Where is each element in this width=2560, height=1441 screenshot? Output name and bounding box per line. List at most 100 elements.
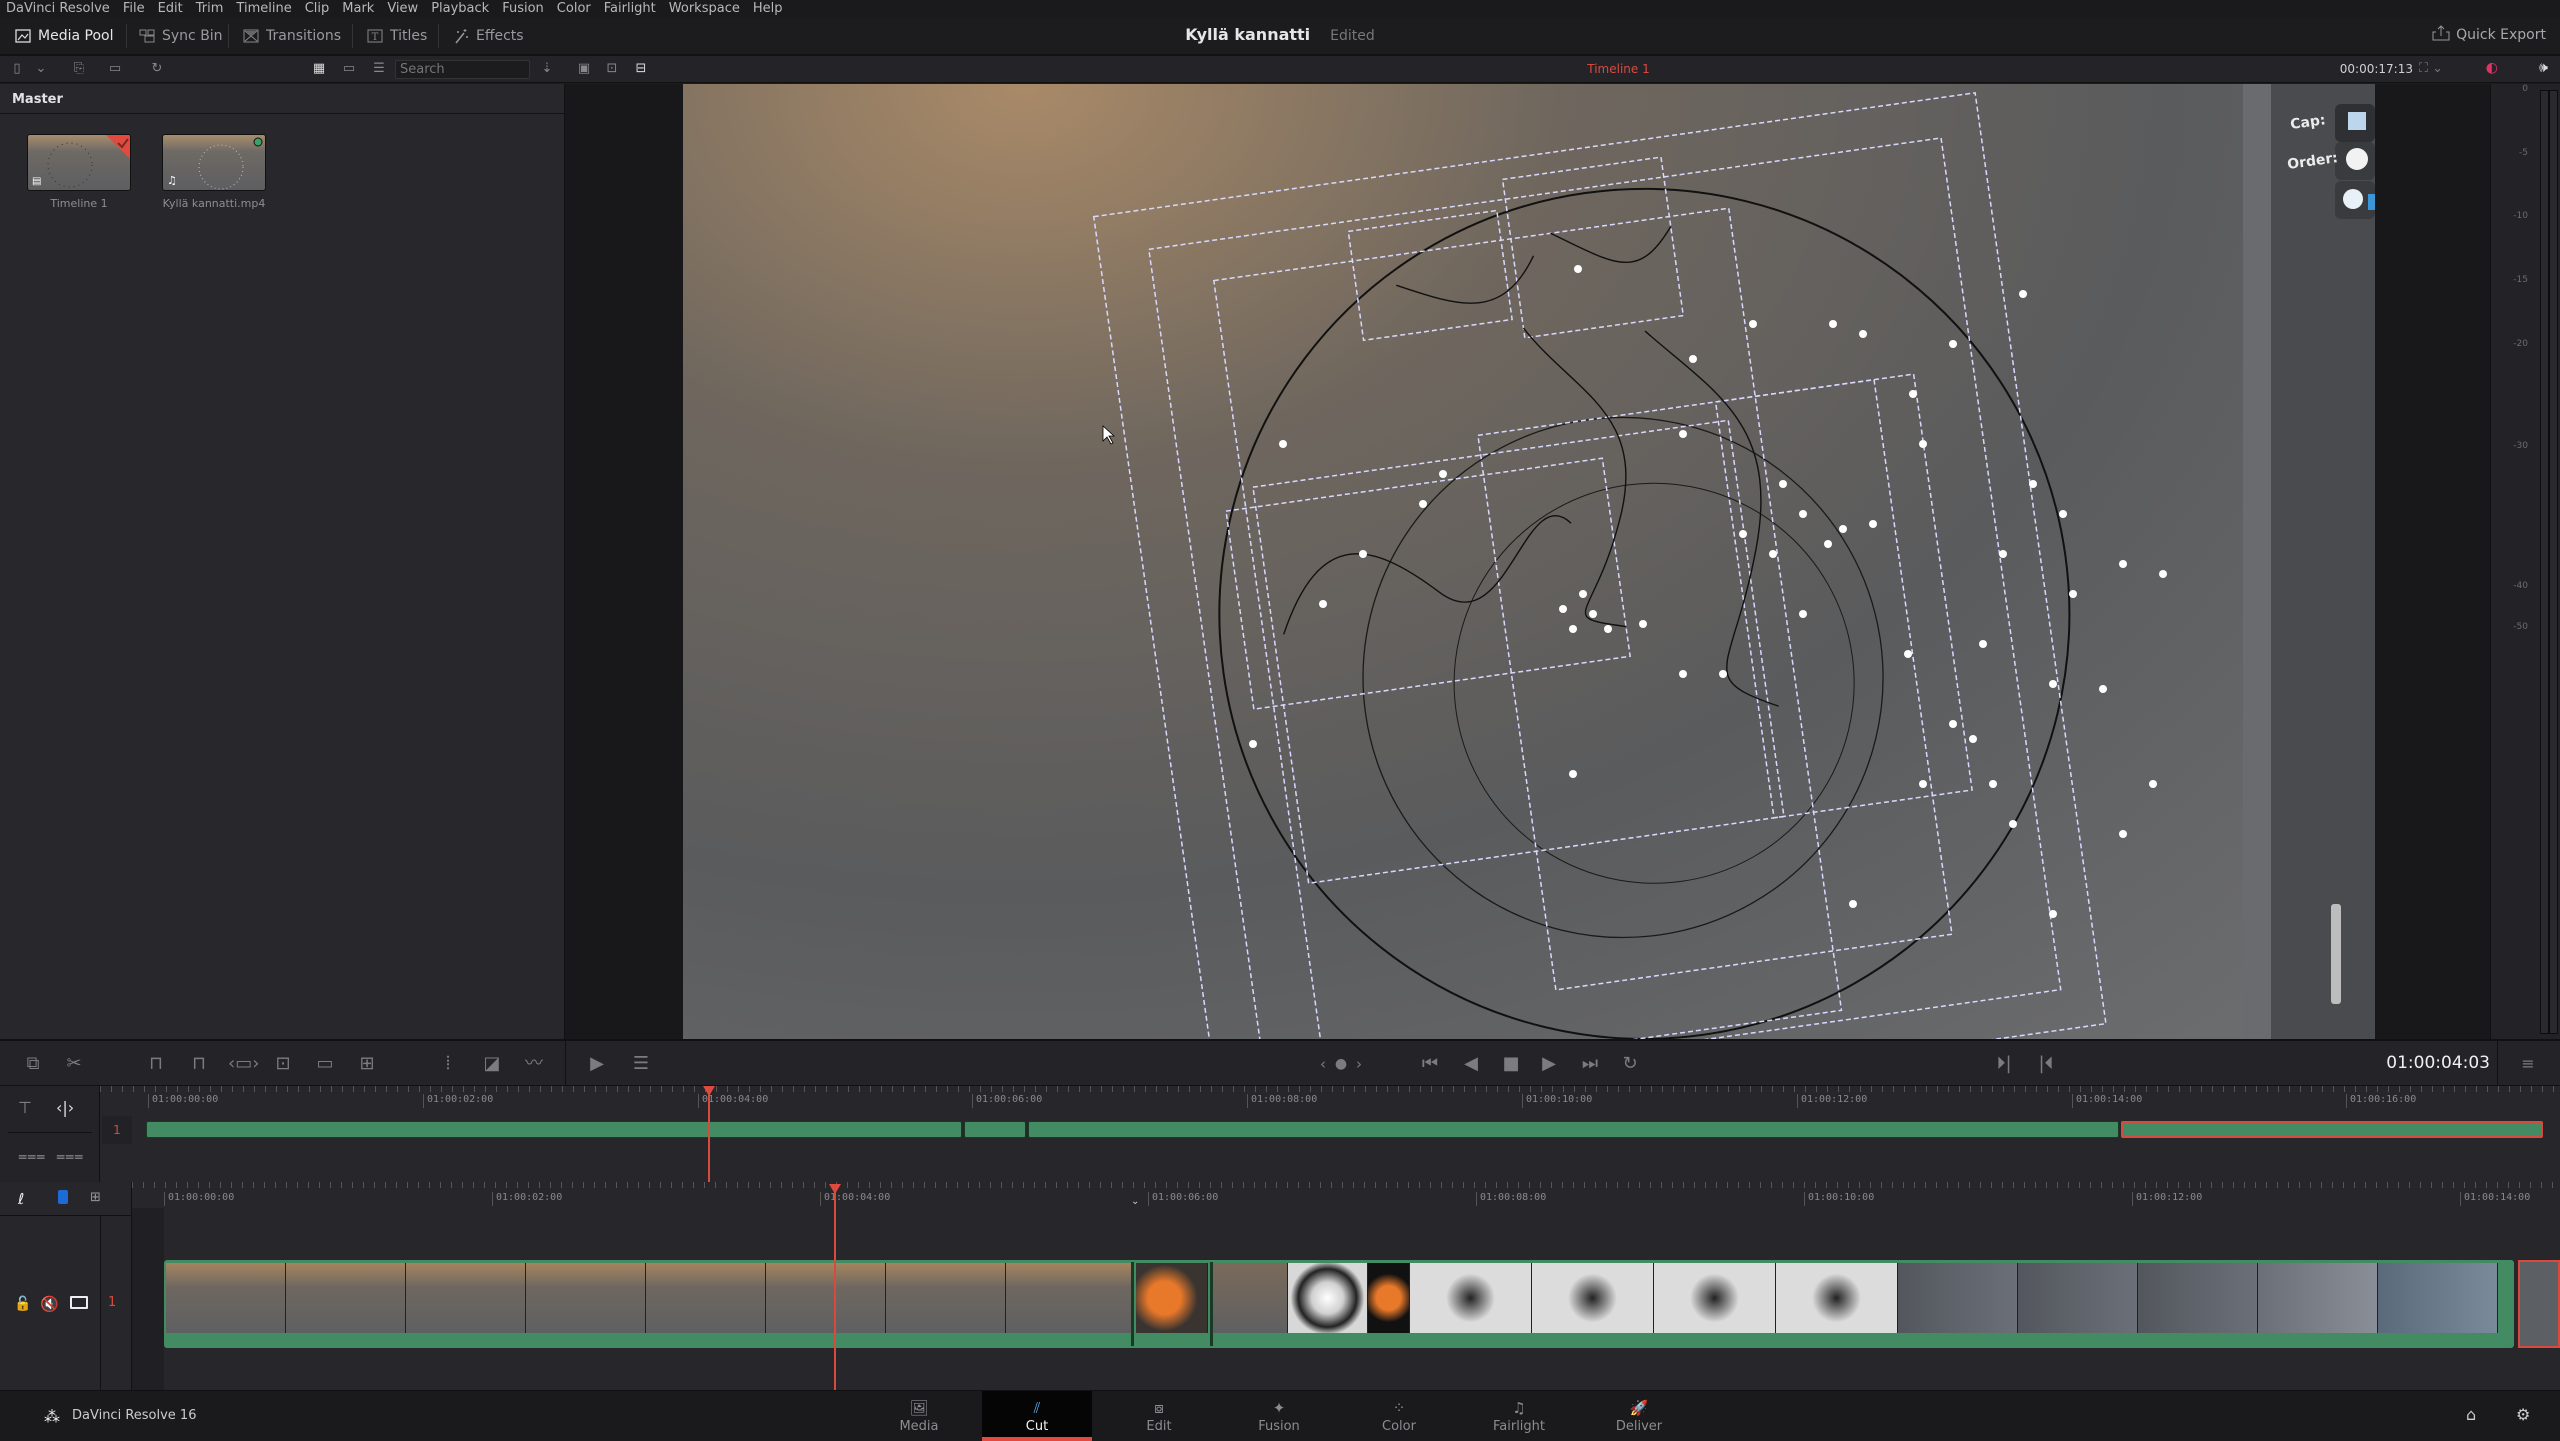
menu-fusion[interactable]: Fusion (502, 1, 544, 16)
audio-track-icon[interactable]: ⩶ (56, 1146, 83, 1166)
timeline-clip-segment-selected[interactable] (2121, 1121, 2543, 1138)
home-icon[interactable]: ⌂ (2466, 1405, 2476, 1424)
import-media-icon[interactable]: ⎘ (70, 61, 88, 77)
panel-toggle-icon[interactable]: ▯ (8, 61, 26, 77)
menu-color[interactable]: Color (557, 1, 591, 16)
go-to-end-icon[interactable]: ⏭ (1576, 1053, 1604, 1075)
menu-view[interactable]: View (387, 1, 418, 16)
play-reverse-icon[interactable]: ◀ (1460, 1053, 1482, 1075)
import-folder-icon[interactable]: ▭ (106, 61, 124, 77)
menu-file[interactable]: File (123, 1, 145, 16)
filmstrip-view-icon[interactable]: ▭ (340, 61, 358, 77)
page-tab-edit[interactable]: ⧇ Edit (1104, 1391, 1214, 1441)
gear-icon[interactable]: ⚙ (2516, 1405, 2530, 1424)
quick-export-button[interactable]: Quick Export (2432, 25, 2546, 45)
upper-ruler[interactable]: 01:00:00:00 01:00:02:00 01:00:04:00 01:0… (100, 1086, 2560, 1110)
source-overwrite-icon[interactable]: ⊞ (354, 1053, 380, 1075)
upper-timeline[interactable]: 01:00:00:00 01:00:02:00 01:00:04:00 01:0… (100, 1086, 2560, 1182)
page-tab-deliver[interactable]: 🚀 Deliver (1584, 1391, 1694, 1441)
viewer-options-icon[interactable]: ⛶ ⌄ (2419, 61, 2443, 76)
go-to-start-icon[interactable]: ⏮ (1416, 1053, 1444, 1075)
video-track-toggle-icon[interactable] (70, 1296, 88, 1309)
menu-workspace[interactable]: Workspace (669, 1, 740, 16)
lower-playhead-line[interactable] (834, 1184, 836, 1390)
render-play-icon[interactable]: ▶ (584, 1053, 610, 1075)
media-pool-button[interactable]: Media Pool (14, 25, 113, 47)
menu-mark[interactable]: Mark (342, 1, 374, 16)
upper-playhead-line[interactable] (708, 1086, 710, 1182)
place-on-top-icon[interactable]: ▭ (312, 1053, 338, 1075)
timeline-viewer-icon[interactable]: ⊟ (632, 61, 650, 77)
grid-view-icon[interactable]: ▦ (310, 61, 328, 77)
chevron-down-icon[interactable]: ⌄ (32, 61, 50, 77)
timeline-clip-segment[interactable] (146, 1121, 962, 1138)
lock-playhead-icon[interactable]: ⊤ (18, 1098, 32, 1117)
bin-name[interactable]: Master (0, 84, 564, 114)
prev-marker-icon[interactable]: ‹ (1316, 1053, 1330, 1075)
chevron-down-icon[interactable]: ⌄ (1131, 1196, 1139, 1207)
search-input[interactable] (395, 60, 530, 79)
cut-transition-icon[interactable]: ⦙ (434, 1053, 462, 1075)
list-view-icon[interactable]: ☰ (370, 61, 388, 77)
menu-playback[interactable]: Playback (431, 1, 489, 16)
page-tab-fusion[interactable]: ✦ Fusion (1224, 1391, 1334, 1441)
stop-icon[interactable]: ■ (1500, 1053, 1522, 1075)
menu-help[interactable]: Help (753, 1, 783, 16)
trim-playhead-icon[interactable]: ‹|› (56, 1098, 74, 1117)
menu-timeline[interactable]: Timeline (236, 1, 291, 16)
mute-audio-icon[interactable]: 🔇 (40, 1295, 59, 1313)
smart-insert-icon[interactable]: ⊓ (143, 1053, 169, 1075)
loop-icon[interactable]: ↻ (1616, 1053, 1644, 1075)
smart-indicator-icon[interactable]: ⧉ (18, 1053, 48, 1075)
clip-timeline-1[interactable]: ▤ Timeline 1 (27, 134, 131, 210)
add-marker-icon[interactable]: ⊞ (90, 1190, 101, 1205)
video-clip-filmstrip[interactable] (164, 1260, 2514, 1348)
effects-button[interactable]: Effects (452, 25, 524, 47)
options-menu-icon[interactable]: ≡ (2518, 1053, 2538, 1075)
marker-dot-icon[interactable]: ● (1334, 1053, 1348, 1075)
dissolve-icon[interactable]: ◪ (478, 1053, 506, 1075)
safe-area-icon[interactable]: ⊡ (603, 61, 621, 77)
flag-blue-icon[interactable] (58, 1190, 68, 1204)
menu-clip[interactable]: Clip (305, 1, 330, 16)
video-track-icon[interactable]: ⩶ (18, 1146, 45, 1166)
menu-app[interactable]: DaVinci Resolve (6, 1, 110, 16)
snapping-icon[interactable]: ℓ (18, 1190, 24, 1208)
settings-sliders-icon[interactable]: ☰ (628, 1053, 654, 1075)
video-viewer[interactable]: Cap: Order: (683, 84, 2375, 1039)
color-tools-icon[interactable]: ◐ (2486, 60, 2498, 76)
volume-icon[interactable]: 🕪 (2539, 60, 2548, 76)
play-icon[interactable]: ▶ (1538, 1053, 1560, 1075)
page-tab-fairlight[interactable]: ♫ Fairlight (1464, 1391, 1574, 1441)
timeline-clip-segment[interactable] (964, 1121, 1026, 1138)
titles-button[interactable]: T Titles (366, 25, 427, 47)
lower-ruler[interactable]: 01:00:00:00 01:00:02:00 01:00:04:00 01:0… (132, 1182, 2560, 1208)
clip-thumbnail[interactable]: ♫ (162, 134, 266, 191)
sync-bin-button[interactable]: Sync Bin (138, 25, 223, 47)
lock-track-icon[interactable]: 🔓 (14, 1296, 31, 1312)
page-tab-cut[interactable]: ⫽ Cut (982, 1391, 1092, 1441)
smooth-cut-icon[interactable]: 〰 (520, 1053, 548, 1075)
ripple-overwrite-icon[interactable]: ‹▭› (228, 1053, 259, 1075)
source-viewer-icon[interactable]: ▣ (575, 61, 593, 77)
scissors-icon[interactable]: ✂ (62, 1053, 86, 1075)
menu-edit[interactable]: Edit (158, 1, 183, 16)
clip-video-file[interactable]: ♫ Kyllä kannatti.mp4 (162, 134, 266, 210)
menu-trim[interactable]: Trim (196, 1, 224, 16)
sort-icon[interactable]: ⇣ (538, 61, 556, 77)
selected-clip-end[interactable] (2518, 1260, 2560, 1348)
next-edit-icon[interactable]: ⏵| (1994, 1053, 2014, 1075)
edit-point[interactable] (1210, 1262, 1213, 1346)
clip-thumbnail[interactable]: ▤ (27, 134, 131, 191)
page-tab-media[interactable]: 🖼 Media (864, 1391, 974, 1441)
timeline-clip-segment[interactable] (1028, 1121, 2119, 1138)
append-icon[interactable]: ⊓ (186, 1053, 212, 1075)
previous-edit-icon[interactable]: |⏴ (2036, 1053, 2056, 1075)
menu-fairlight[interactable]: Fairlight (604, 1, 656, 16)
edit-point[interactable] (1131, 1262, 1134, 1346)
close-up-icon[interactable]: ⊡ (270, 1053, 296, 1075)
page-tab-color[interactable]: ⁘ Color (1344, 1391, 1454, 1441)
transitions-button[interactable]: Transitions (242, 25, 341, 47)
sync-icon[interactable]: ↻ (148, 61, 166, 77)
next-marker-icon[interactable]: › (1352, 1053, 1366, 1075)
